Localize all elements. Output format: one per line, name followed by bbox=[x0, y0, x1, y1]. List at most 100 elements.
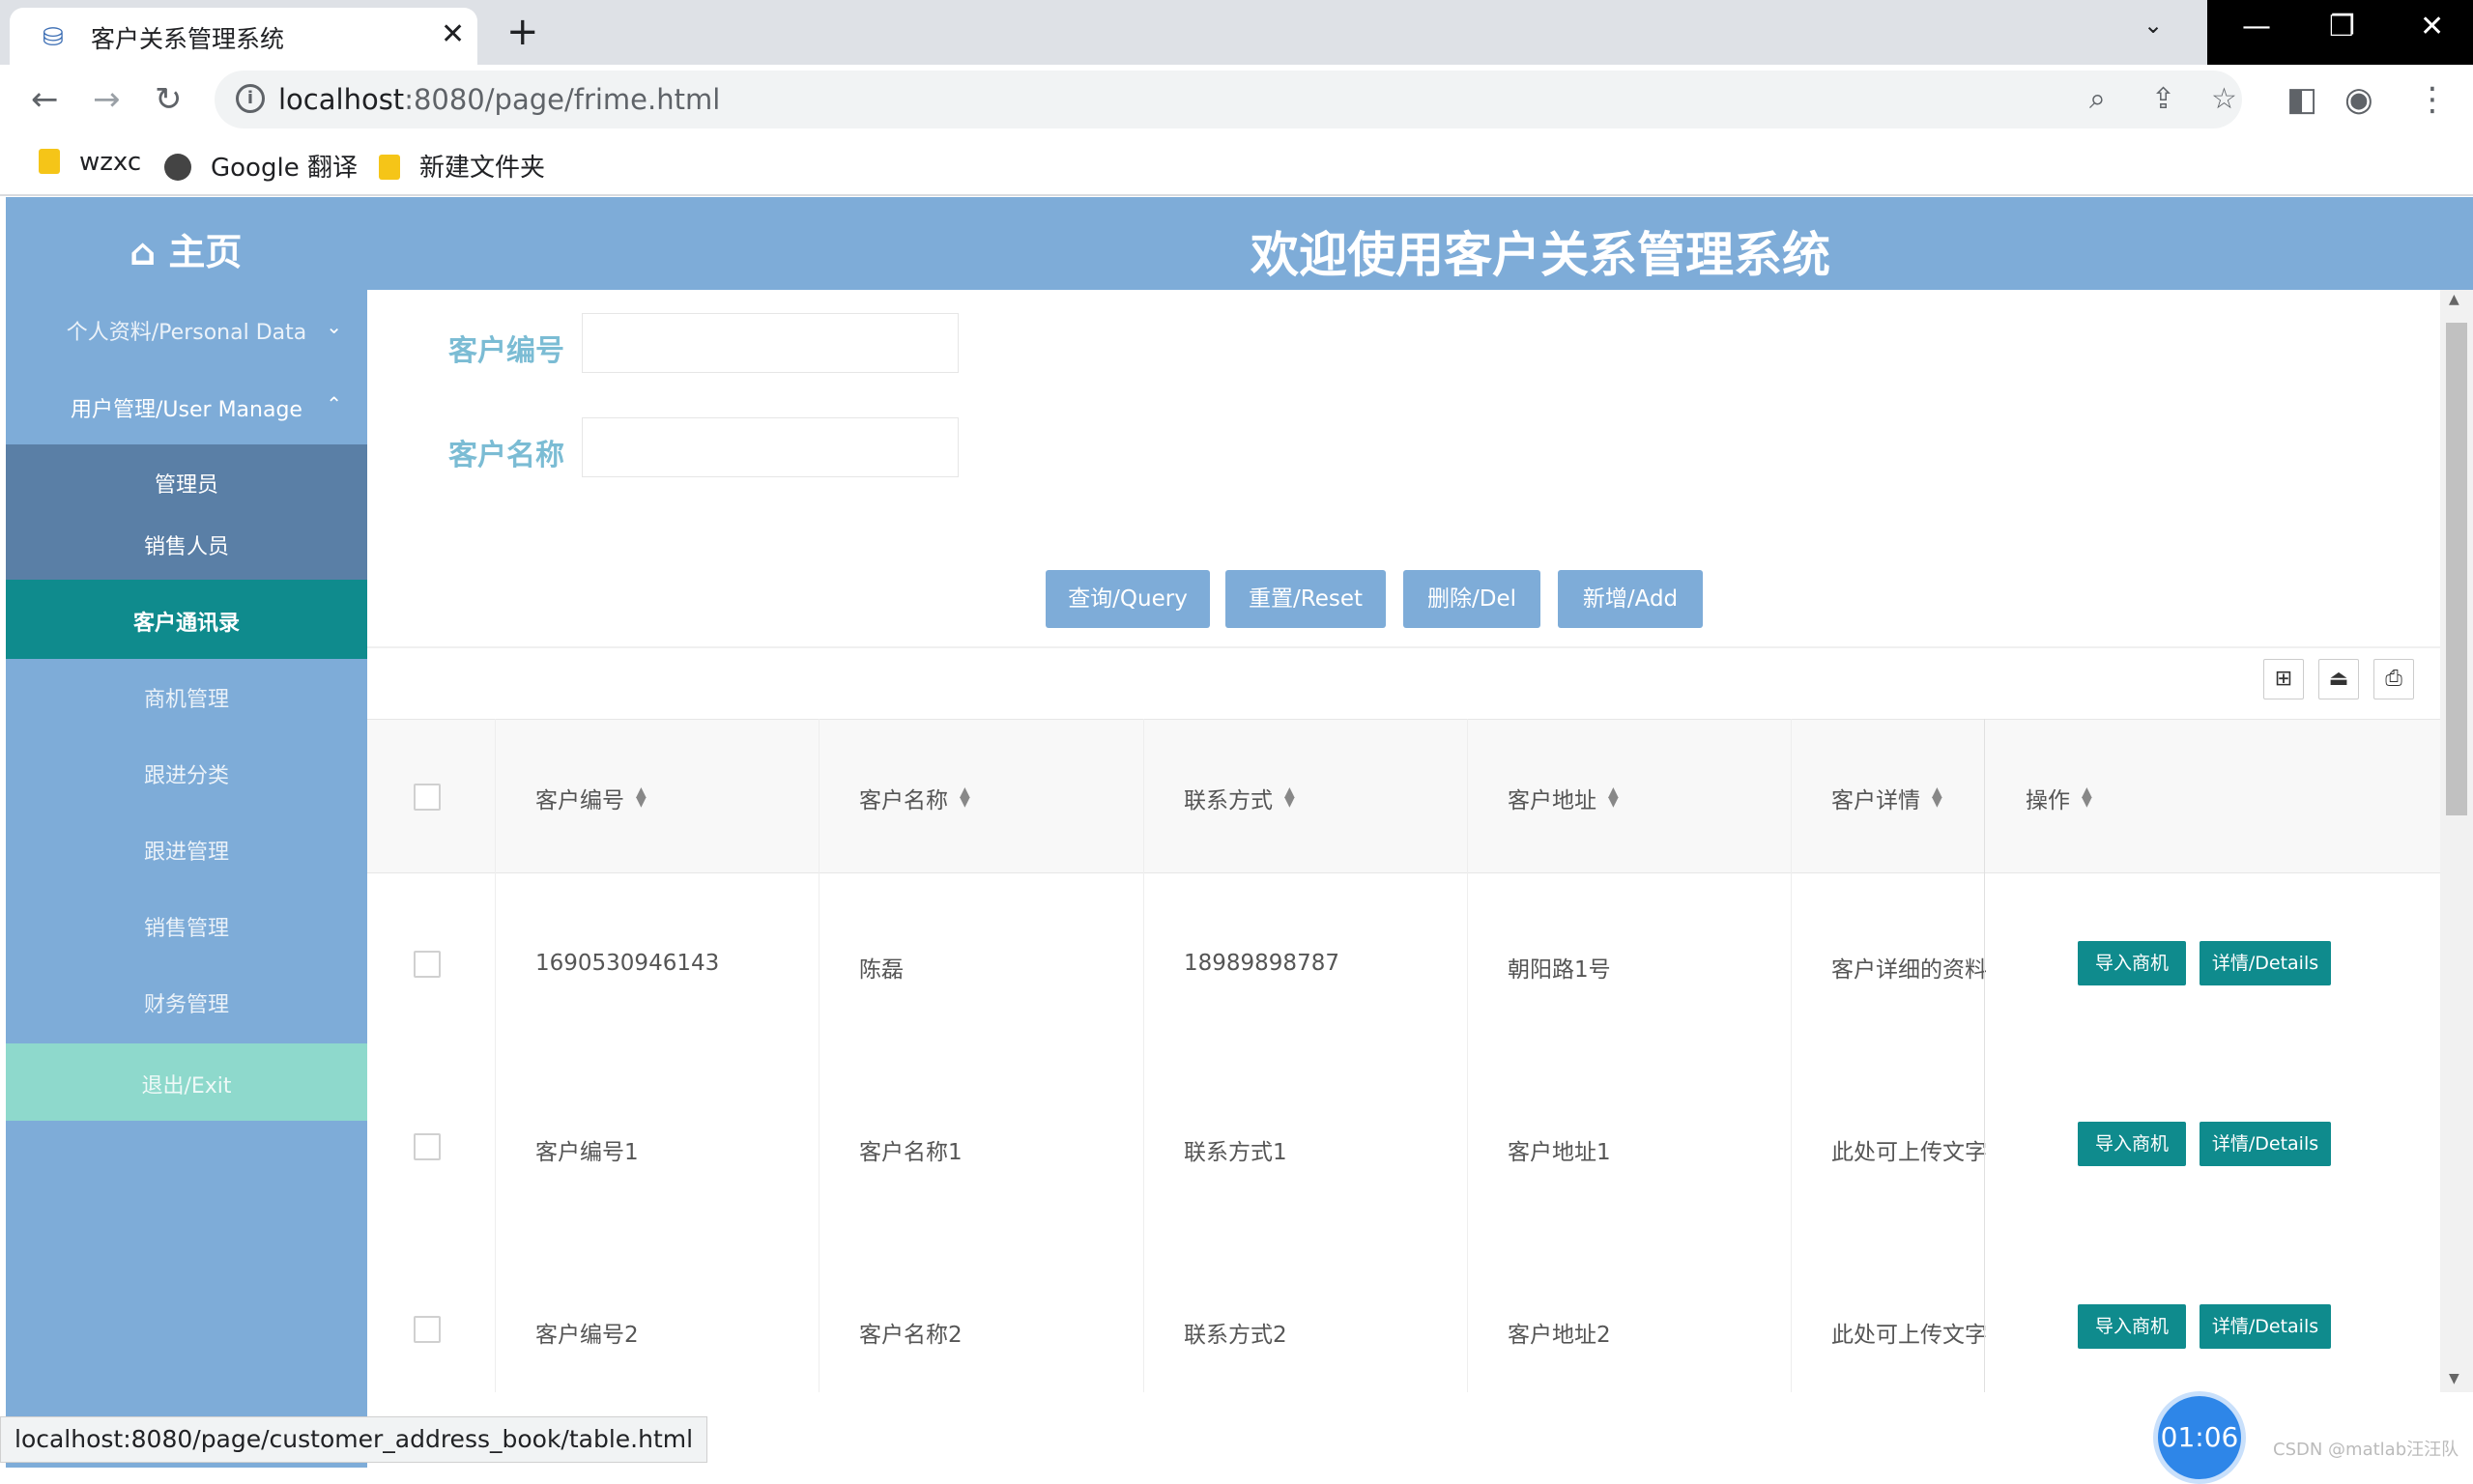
import-opportunity-button[interactable]: 导入商机 bbox=[2078, 1122, 2186, 1166]
site-info-icon[interactable]: i bbox=[236, 84, 265, 113]
scroll-down-icon[interactable]: ▼ bbox=[2449, 1371, 2459, 1386]
bookmark-new-folder[interactable]: 新建文件夹 bbox=[379, 148, 545, 184]
details-button[interactable]: 详情/Details bbox=[2200, 941, 2331, 985]
minimize-icon[interactable]: — bbox=[2242, 10, 2271, 43]
share-icon[interactable]: ⇪ bbox=[2151, 82, 2175, 116]
cell-address: 客户地址1 bbox=[1508, 1140, 1611, 1165]
window-close-icon[interactable]: ✕ bbox=[2420, 10, 2444, 43]
cell-customer-id: 客户编号2 bbox=[535, 1323, 639, 1348]
column-divider bbox=[1467, 719, 1468, 1392]
bookmark-google-translate[interactable]: Google 翻译 bbox=[164, 148, 358, 184]
scroll-up-icon[interactable]: ▲ bbox=[2449, 292, 2459, 307]
print-icon[interactable]: ⎙ bbox=[2373, 659, 2414, 699]
sidebar-item-followup-manage[interactable]: 跟进管理 bbox=[6, 835, 367, 866]
home-link[interactable]: ⌂ 主页 bbox=[129, 222, 242, 275]
window-controls: — ❐ ✕ bbox=[2207, 0, 2473, 65]
cell-customer-name: 客户名称1 bbox=[859, 1140, 963, 1165]
forward-icon[interactable]: → bbox=[93, 80, 121, 119]
column-header-details[interactable]: 客户详情 ▲ ▼ bbox=[1831, 782, 1942, 814]
zoom-icon[interactable]: ⌕ bbox=[2089, 82, 2106, 116]
reload-icon[interactable]: ↻ bbox=[155, 80, 183, 119]
reset-button[interactable]: 重置/Reset bbox=[1225, 570, 1386, 628]
chevron-up-icon: ⌃ bbox=[326, 392, 342, 415]
site-favicon-icon: ⛁ bbox=[43, 23, 64, 52]
customer-id-label: 客户编号 bbox=[448, 334, 564, 368]
sidebar-item-personal[interactable]: 个人资料/Personal Data ⌄ bbox=[6, 315, 367, 346]
app-frame: ⌂ 主页 欢迎使用客户关系管理系统 个人资料/Personal Data ⌄ 用户… bbox=[6, 197, 2473, 1468]
import-opportunity-button[interactable]: 导入商机 bbox=[2078, 941, 2186, 985]
column-header-contact[interactable]: 联系方式 ▲ ▼ bbox=[1184, 782, 1295, 814]
import-opportunity-button[interactable]: 导入商机 bbox=[2078, 1304, 2186, 1349]
column-divider bbox=[1143, 719, 1144, 1392]
column-header-actions[interactable]: 操作 ▲ ▼ bbox=[2026, 782, 2092, 814]
row-checkbox[interactable] bbox=[414, 951, 441, 978]
column-divider bbox=[495, 719, 496, 1392]
sidebar-item-opportunities[interactable]: 商机管理 bbox=[6, 682, 367, 713]
url-text[interactable]: localhost:8080/page/frime.html bbox=[278, 83, 720, 116]
export-icon[interactable]: ⏏ bbox=[2318, 659, 2359, 699]
tab-close-icon[interactable]: ✕ bbox=[441, 17, 465, 51]
sort-icon: ▲ ▼ bbox=[636, 785, 647, 810]
row-checkbox[interactable] bbox=[414, 1133, 441, 1160]
browser-tab[interactable]: ⛁ 客户关系管理系统 ✕ bbox=[10, 8, 477, 65]
sidebar: 个人资料/Personal Data ⌄ 用户管理/User Manage ⌃ 管理… bbox=[6, 290, 367, 1468]
query-button[interactable]: 查询/Query bbox=[1046, 570, 1210, 628]
columns-icon[interactable]: ⊞ bbox=[2263, 659, 2304, 699]
sidebar-item-sales-staff[interactable]: 销售人员 bbox=[6, 529, 367, 560]
details-button[interactable]: 详情/Details bbox=[2200, 1304, 2331, 1349]
folder-icon bbox=[39, 149, 60, 174]
table-toolbar-divider bbox=[367, 646, 2440, 648]
sidebar-item-finance-manage[interactable]: 财务管理 bbox=[6, 987, 367, 1018]
select-all-checkbox[interactable] bbox=[414, 784, 441, 811]
profile-avatar-icon[interactable]: ◉ bbox=[2344, 80, 2373, 119]
back-icon[interactable]: ← bbox=[31, 80, 59, 119]
cell-details: 此处可上传文字 bbox=[1831, 1140, 1986, 1165]
column-header-customer-name[interactable]: 客户名称 ▲ ▼ bbox=[859, 782, 970, 814]
column-divider bbox=[1791, 719, 1792, 1392]
column-header-customer-id[interactable]: 客户编号 ▲ ▼ bbox=[535, 782, 647, 814]
customer-name-label: 客户名称 bbox=[448, 439, 564, 472]
fixed-column-divider bbox=[1984, 719, 1985, 1392]
row-checkbox[interactable] bbox=[414, 1316, 441, 1343]
cell-address: 客户地址2 bbox=[1508, 1323, 1611, 1348]
cell-customer-name: 陈磊 bbox=[859, 957, 904, 983]
sort-icon: ▲ ▼ bbox=[1608, 785, 1619, 810]
customer-name-input[interactable] bbox=[582, 417, 959, 477]
bookmark-star-icon[interactable]: ☆ bbox=[2211, 82, 2237, 116]
page-title: 欢迎使用客户关系管理系统 bbox=[1251, 227, 1830, 283]
column-divider bbox=[819, 719, 820, 1392]
side-panel-icon[interactable]: ◧ bbox=[2286, 80, 2317, 119]
table-header: 客户编号 ▲ ▼ 客户名称 ▲ ▼ 联系方式 ▲ ▼ 客户地址 ▲ ▼ 客户详情 ▲ ▼ 操作 ▲ ▼ bbox=[367, 719, 2440, 873]
column-header-address[interactable]: 客户地址 ▲ ▼ bbox=[1508, 782, 1619, 814]
bookmark-wzxc[interactable]: wzxc bbox=[39, 148, 141, 177]
cell-contact: 联系方式2 bbox=[1184, 1323, 1287, 1348]
restore-icon[interactable]: ❐ bbox=[2329, 10, 2355, 43]
add-button[interactable]: 新增/Add bbox=[1558, 570, 1703, 628]
customer-id-input[interactable] bbox=[582, 313, 959, 373]
address-bar[interactable]: i localhost:8080/page/frime.html ⌕ ⇪ ☆ bbox=[215, 71, 2242, 128]
scrollbar-thumb[interactable] bbox=[2446, 323, 2467, 815]
tab-search-chevron-icon[interactable]: ⌄ bbox=[2143, 12, 2163, 39]
cell-customer-id: 1690530946143 bbox=[535, 951, 720, 976]
sidebar-item-followup-category[interactable]: 跟进分类 bbox=[6, 758, 367, 789]
folder-icon bbox=[379, 155, 400, 180]
details-button[interactable]: 详情/Details bbox=[2200, 1122, 2331, 1166]
delete-button[interactable]: 删除/Del bbox=[1403, 570, 1540, 628]
tab-title: 客户关系管理系统 bbox=[91, 25, 285, 53]
user-manage-submenu: 管理员 销售人员 bbox=[6, 444, 367, 580]
sort-icon: ▲ ▼ bbox=[1932, 785, 1942, 810]
browser-menu-icon[interactable]: ⋮ bbox=[2416, 80, 2449, 119]
chevron-down-icon: ⌄ bbox=[326, 315, 342, 338]
cell-contact: 联系方式1 bbox=[1184, 1140, 1287, 1165]
sidebar-item-admin[interactable]: 管理员 bbox=[6, 468, 367, 499]
sidebar-item-user-manage[interactable]: 用户管理/User Manage ⌃ bbox=[6, 392, 367, 423]
new-tab-icon[interactable]: + bbox=[506, 10, 539, 54]
cell-contact: 18989898787 bbox=[1184, 951, 1339, 976]
sidebar-item-customer-address-book[interactable]: 客户通讯录 bbox=[6, 606, 367, 637]
cell-customer-id: 客户编号1 bbox=[535, 1140, 639, 1165]
sidebar-item-exit[interactable]: 退出/Exit bbox=[6, 1043, 367, 1121]
sidebar-item-sales-manage[interactable]: 销售管理 bbox=[6, 911, 367, 942]
content-scrollbar[interactable]: ▲ ▼ bbox=[2440, 290, 2473, 1392]
app-header: ⌂ 主页 欢迎使用客户关系管理系统 bbox=[6, 197, 2473, 290]
watermark: CSDN @matlab汪汪队 bbox=[2273, 1440, 2459, 1460]
